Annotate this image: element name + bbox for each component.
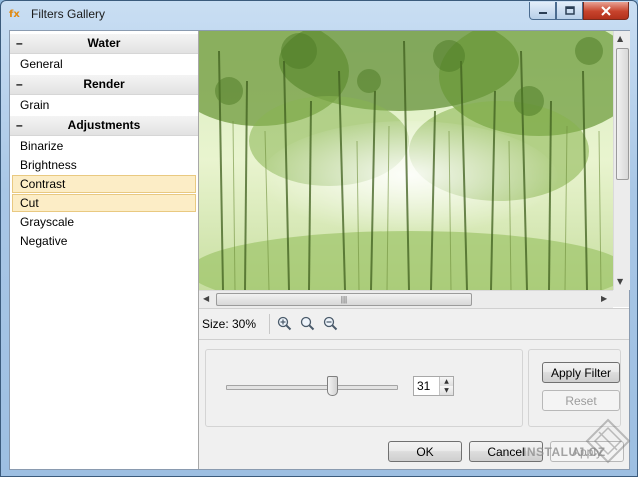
toolbar-separator [269,314,270,334]
maximize-button[interactable] [556,2,583,20]
reset-button[interactable]: Reset [542,390,620,411]
preview-image[interactable] [199,31,613,290]
preview-panel: ▲ ▼ ◀ ||| ▶ [199,31,630,308]
scroll-left-icon[interactable]: ◀ [203,294,209,303]
parameter-value[interactable]: 31 [417,379,430,393]
forest-photo-icon [199,31,613,290]
minimize-button[interactable] [529,2,556,20]
group-header-render[interactable]: – Render [10,75,198,95]
vertical-scrollbar[interactable]: ▲ ▼ [613,31,630,290]
collapse-toggle[interactable]: – [16,75,23,94]
close-button[interactable] [583,2,629,20]
dialog-client-area: – Water General – Render Grain – Adjustm… [9,30,630,470]
collapse-toggle[interactable]: – [16,116,23,135]
parameter-slider-thumb[interactable] [327,376,338,396]
filter-item-contrast[interactable]: Contrast [12,175,196,193]
horizontal-scrollbar[interactable]: ◀ ||| ▶ [199,290,613,308]
zoom-toolbar: Size: 30% [199,308,629,340]
filter-item-negative[interactable]: Negative [12,232,196,250]
apply-filter-button[interactable]: Apply Filter [542,362,620,383]
zoom-out-button[interactable] [321,314,339,332]
spin-buttons: ▲ ▼ [439,377,453,395]
collapse-toggle[interactable]: – [16,34,23,53]
minimize-icon [538,11,547,14]
window-title: Filters Gallery [31,7,106,21]
group-label: Adjustments [67,118,141,132]
parameter-spinbox[interactable]: 31 ▲ ▼ [413,376,454,396]
app-icon: fx [9,9,20,20]
scroll-right-icon[interactable]: ▶ [601,294,607,303]
magnifier-icon [300,316,314,330]
close-icon [601,5,611,16]
scroll-corner [613,290,629,307]
group-header-water[interactable]: – Water [10,34,198,54]
parameter-slider-track[interactable] [226,385,398,390]
zoom-in-button[interactable] [275,314,293,332]
zoom-actual-button[interactable] [298,314,316,332]
horizontal-scroll-thumb[interactable]: ||| [216,293,472,306]
filter-item-general[interactable]: General [12,55,196,73]
filter-item-cut[interactable]: Cut [12,194,196,212]
filter-item-grayscale[interactable]: Grayscale [12,213,196,231]
zoom-out-icon [323,316,337,330]
filter-item-brightness[interactable]: Brightness [12,156,196,174]
filters-gallery-window: fx Filters Gallery – Water General – Ren… [0,0,638,477]
group-label: Render [83,77,125,91]
filter-item-grain[interactable]: Grain [12,96,196,114]
zoom-size-label: Size: 30% [202,317,257,331]
vertical-scroll-thumb[interactable] [616,48,629,180]
spin-down-icon[interactable]: ▼ [440,386,453,395]
ok-button[interactable]: OK [388,441,462,462]
filter-actions-panel: Apply Filter Reset [528,349,621,427]
group-header-adjustments[interactable]: – Adjustments [10,116,198,136]
scroll-up-icon[interactable]: ▲ [617,34,623,43]
watermark-text: INSTALUJ.CZ [523,445,606,459]
group-label: Water [87,36,121,50]
scroll-down-icon[interactable]: ▼ [617,277,623,286]
filter-parameters-panel: 31 ▲ ▼ [205,349,523,427]
filter-list: – Water General – Render Grain – Adjustm… [10,31,199,469]
title-bar[interactable]: fx Filters Gallery [1,1,637,29]
spin-up-icon[interactable]: ▲ [440,377,453,386]
filter-item-binarize[interactable]: Binarize [12,137,196,155]
zoom-in-icon [277,316,291,330]
maximize-icon [564,5,575,15]
